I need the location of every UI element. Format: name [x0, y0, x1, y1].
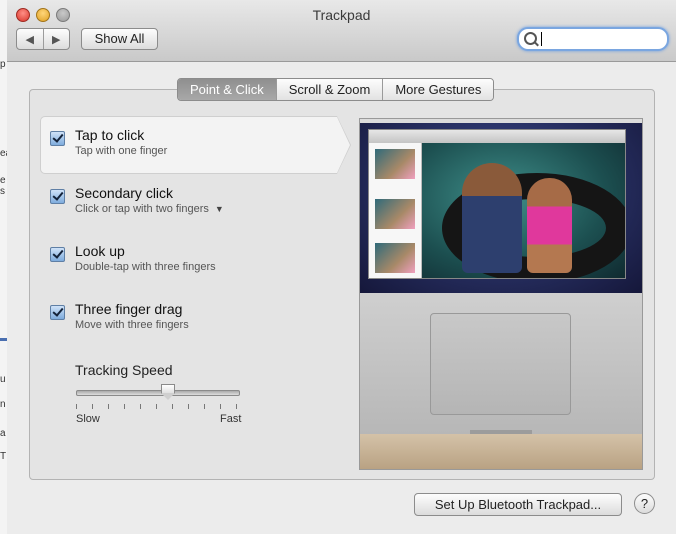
- slider-ticks: [76, 404, 240, 410]
- slider-tick: [204, 404, 205, 409]
- title-bar: Trackpad ◀ ▶ Show All: [7, 0, 676, 62]
- slider-tick: [76, 404, 77, 409]
- forward-arrow-icon[interactable]: ▶: [44, 29, 70, 49]
- checkbox-icon[interactable]: [50, 247, 65, 262]
- option-title: Three finger drag: [75, 301, 183, 317]
- preview-app-toolbar: [369, 130, 625, 143]
- slider-max-label: Fast: [220, 413, 242, 425]
- slider-tick: [108, 404, 109, 409]
- tracking-speed-slider[interactable]: [76, 384, 240, 400]
- show-all-button[interactable]: Show All: [81, 28, 158, 50]
- slider-knob[interactable]: [161, 384, 175, 400]
- slider-tick: [156, 404, 157, 409]
- background-fragment: a: [0, 428, 6, 439]
- background-fragment: p: [0, 59, 6, 70]
- option-title: Look up: [75, 243, 125, 259]
- window-title: Trackpad: [312, 7, 371, 23]
- slider-tick: [188, 404, 189, 409]
- preview-screen: [360, 119, 642, 293]
- background-fragment: e: [0, 175, 6, 186]
- background-fragment: n: [0, 399, 6, 410]
- option-subtitle-row: Click or tap with two fingers ▼: [75, 203, 224, 215]
- option-subtitle: Tap with one finger: [75, 145, 168, 157]
- slider-tick: [140, 404, 141, 409]
- back-forward-control: ◀ ▶: [16, 28, 70, 50]
- slider-min-label: Slow: [76, 413, 100, 425]
- option-subtitle: Move with three fingers: [75, 319, 189, 331]
- preview-laptop-body: [360, 293, 642, 434]
- tab-point-click[interactable]: Point & Click: [178, 79, 276, 100]
- preview-thumbnail: [375, 243, 415, 273]
- tab-more-gestures[interactable]: More Gestures: [382, 79, 494, 100]
- preview-photo-person: [527, 178, 572, 273]
- trackpad-window: Trackpad ◀ ▶ Show All Point & Click Scro…: [7, 0, 676, 534]
- checkbox-icon[interactable]: [50, 189, 65, 204]
- background-fragment: T: [0, 451, 7, 462]
- preview-photo: [422, 143, 625, 278]
- preview-trackpad: [430, 313, 571, 415]
- selection-arrow-fill: [337, 117, 350, 173]
- preview-sidebar: [369, 143, 422, 278]
- background-fragment: u: [0, 374, 6, 385]
- slider-tick: [124, 404, 125, 409]
- text-caret: [541, 32, 542, 46]
- preview-desk: [360, 434, 642, 469]
- background-fragment: s: [0, 186, 5, 197]
- preview-photo-person: [462, 163, 522, 273]
- option-title: Secondary click: [75, 185, 174, 201]
- settings-panel: Tap to click Tap with one finger Seconda…: [29, 89, 655, 480]
- tracking-speed-label: Tracking Speed: [75, 362, 173, 378]
- option-title: Tap to click: [75, 127, 145, 143]
- checkbox-icon[interactable]: [50, 131, 65, 146]
- checkbox-icon[interactable]: [50, 305, 65, 320]
- slider-tick: [220, 404, 221, 409]
- search-input[interactable]: [517, 27, 669, 51]
- back-arrow-icon[interactable]: ◀: [17, 29, 44, 49]
- slider-tick: [172, 404, 173, 409]
- option-subtitle: Double-tap with three fingers: [75, 261, 216, 273]
- preview-thumbnail: [375, 149, 415, 179]
- preview-thumbnail: [375, 199, 415, 229]
- search-icon: [524, 32, 537, 45]
- option-subtitle: Click or tap with two fingers: [75, 203, 209, 215]
- tab-bar: Point & Click Scroll & Zoom More Gesture…: [177, 78, 495, 101]
- gesture-preview-video: [359, 118, 643, 470]
- help-icon[interactable]: ?: [634, 493, 655, 514]
- slider-tick: [92, 404, 93, 409]
- preview-menubar: [360, 119, 642, 123]
- setup-bluetooth-trackpad-button[interactable]: Set Up Bluetooth Trackpad...: [414, 493, 622, 516]
- slider-tick: [236, 404, 237, 409]
- preview-app-window: [368, 129, 626, 279]
- tab-scroll-zoom[interactable]: Scroll & Zoom: [275, 79, 383, 100]
- dropdown-arrow-icon[interactable]: ▼: [215, 204, 224, 214]
